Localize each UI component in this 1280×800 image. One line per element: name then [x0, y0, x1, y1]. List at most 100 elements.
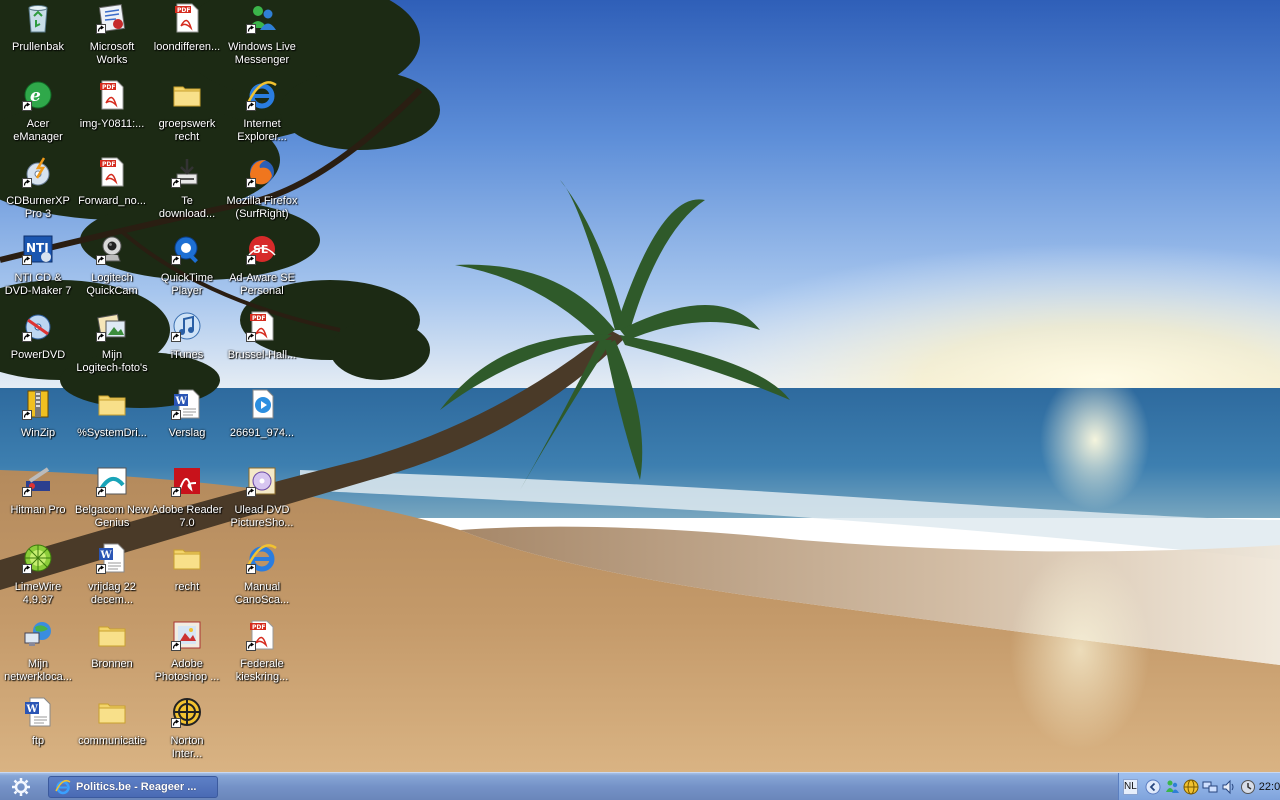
desktop-icon[interactable]: PDF Federale kieskring...: [224, 617, 300, 691]
desktop-icon[interactable]: Ulead DVD PictureSho...: [224, 463, 300, 537]
desktop-icon[interactable]: Wvrijdag 22 decem...: [74, 540, 150, 614]
desktop-icon[interactable]: PowerDVD: [0, 308, 76, 382]
desktop-icon[interactable]: PDF Forward_no...: [74, 154, 150, 228]
photoshop-icon: [171, 619, 203, 651]
svg-text:PDF: PDF: [102, 84, 115, 91]
desktop-icon[interactable]: communicatie: [74, 694, 150, 768]
desktop-icon-label: Logitech QuickCam: [86, 272, 138, 297]
desktop-icon[interactable]: Norton Inter...: [149, 694, 225, 768]
start-button[interactable]: [4, 776, 38, 798]
pdf-icon: PDF: [246, 619, 278, 651]
globe-tray-icon[interactable]: [1183, 779, 1199, 795]
desktop-icon-label: iTunes: [170, 349, 204, 361]
svg-text:PDF: PDF: [177, 7, 190, 14]
desktop-icon[interactable]: Mijn Logitech-foto's: [74, 308, 150, 382]
taskbar-button-politics[interactable]: Politics.be - Reageer ...: [48, 776, 218, 798]
ie-icon: [246, 79, 278, 111]
messenger-icon: [246, 2, 278, 34]
desktop-icon-label: Brussel-Hall...: [227, 349, 297, 361]
shortcut-arrow-icon: [171, 641, 181, 651]
shortcut-arrow-icon: [171, 332, 181, 342]
clock[interactable]: 22:03: [1259, 781, 1280, 793]
desktop-icon-label: Federale kieskring...: [235, 658, 289, 683]
desktop-icon[interactable]: Logitech QuickCam: [74, 231, 150, 305]
desktop-icon[interactable]: Adobe Photoshop ...: [149, 617, 225, 691]
shortcut-arrow-icon: [171, 178, 181, 188]
desktop-icon[interactable]: CDBurnerXP Pro 3: [0, 154, 76, 228]
desktop-icon[interactable]: Internet Explorer...: [224, 77, 300, 151]
desktop-icon-label: Norton Inter...: [170, 735, 204, 760]
shortcut-arrow-icon: [22, 332, 32, 342]
desktop-icon[interactable]: Wftp: [0, 694, 76, 768]
media-file-icon: [246, 388, 278, 420]
shortcut-arrow-icon: [96, 255, 106, 265]
desktop-icon[interactable]: PDF img-Y0811:...: [74, 77, 150, 151]
desktop-icon-label: CDBurnerXP Pro 3: [6, 195, 70, 220]
messenger-tray-icon[interactable]: [1164, 779, 1180, 795]
desktop-icon[interactable]: Mijn netwerkloca...: [0, 617, 76, 691]
photos-icon: [96, 310, 128, 342]
word-doc-icon: W: [171, 388, 203, 420]
desktop-icon[interactable]: W Verslag: [149, 386, 225, 460]
desktop-icon[interactable]: 26691_974...: [224, 386, 300, 460]
update-tray-icon[interactable]: [1240, 779, 1256, 795]
desktop-icon-label: %SystemDri...: [77, 427, 147, 439]
desktop-icon[interactable]: iTunes: [149, 308, 225, 382]
desktop-icon[interactable]: Hitman Pro: [0, 463, 76, 537]
acer-emanager-icon: e: [22, 79, 54, 111]
desktop-icon[interactable]: Prullenbak: [0, 0, 76, 74]
download-icon: [171, 156, 203, 188]
desktop-icon[interactable]: recht: [149, 540, 225, 614]
desktop-icon[interactable]: Windows Live Messenger: [224, 0, 300, 74]
norton-icon: [171, 696, 203, 728]
desktop-icon[interactable]: %SystemDri...: [74, 386, 150, 460]
svg-text:W: W: [26, 704, 39, 715]
network-places-icon: [22, 619, 54, 651]
quicktime-icon: [171, 233, 203, 265]
desktop-icon-label: Te download...: [158, 195, 216, 220]
desktop-icon-label: Forward_no...: [78, 195, 146, 207]
desktop-icon[interactable]: Microsoft Works: [74, 0, 150, 74]
desktop-icon-label: vrijdag 22 decem...: [88, 581, 136, 606]
adobe-reader-icon: [171, 465, 203, 497]
desktop-icon[interactable]: e Acer eManager: [0, 77, 76, 151]
shortcut-arrow-icon: [171, 255, 181, 265]
gear-icon: [12, 778, 30, 796]
word-doc-icon: W: [22, 696, 54, 728]
shortcut-arrow-icon: [171, 718, 181, 728]
desktop-icon[interactable]: Belgacom New Genius: [74, 463, 150, 537]
folder-icon: [96, 696, 128, 728]
shortcut-arrow-icon: [246, 178, 256, 188]
desktop-icon-label: Adobe Photoshop ...: [154, 658, 220, 683]
desktop-icon-label: PowerDVD: [10, 349, 66, 361]
desktop-icon[interactable]: PDF loondifferen...: [149, 0, 225, 74]
network-tray-icon[interactable]: [1202, 779, 1218, 795]
shortcut-arrow-icon: [22, 410, 32, 420]
volume-tray-icon[interactable]: [1221, 779, 1237, 795]
shortcut-arrow-icon: [22, 564, 32, 574]
powerdvd-icon: [22, 310, 54, 342]
desktop-icon[interactable]: SE Ad-Aware SE Personal: [224, 231, 300, 305]
desktop-icon[interactable]: QuickTime Player: [149, 231, 225, 305]
shortcut-arrow-icon: [246, 24, 256, 34]
desktop-icon[interactable]: Te download...: [149, 154, 225, 228]
desktop-icon[interactable]: Adobe Reader 7.0: [149, 463, 225, 537]
expand-tray-icon[interactable]: [1145, 779, 1161, 795]
shortcut-arrow-icon: [96, 332, 106, 342]
shortcut-arrow-icon: [171, 410, 181, 420]
language-indicator[interactable]: NL: [1123, 778, 1138, 795]
desktop-icon-label: Microsoft Works: [89, 41, 135, 66]
desktop-icon[interactable]: groepswerk recht: [149, 77, 225, 151]
desktop-icon[interactable]: PDF Brussel-Hall...: [224, 308, 300, 382]
desktop-icon[interactable]: Manual CanoSca...: [224, 540, 300, 614]
desktop-icon[interactable]: Bronnen: [74, 617, 150, 691]
desktop-icon[interactable]: Mozilla Firefox (SurfRight): [224, 154, 300, 228]
desktop-icon[interactable]: LimeWire 4.9.37: [0, 540, 76, 614]
taskbar-button-label: Politics.be - Reageer ...: [76, 781, 197, 793]
desktop-icon[interactable]: WinZip: [0, 386, 76, 460]
pdf-icon: PDF: [171, 2, 203, 34]
word-doc-icon: W: [96, 542, 128, 574]
shortcut-arrow-icon: [22, 101, 32, 111]
desktop-icon[interactable]: NTI NTI CD & DVD-Maker 7: [0, 231, 76, 305]
shortcut-arrow-icon: [22, 178, 32, 188]
